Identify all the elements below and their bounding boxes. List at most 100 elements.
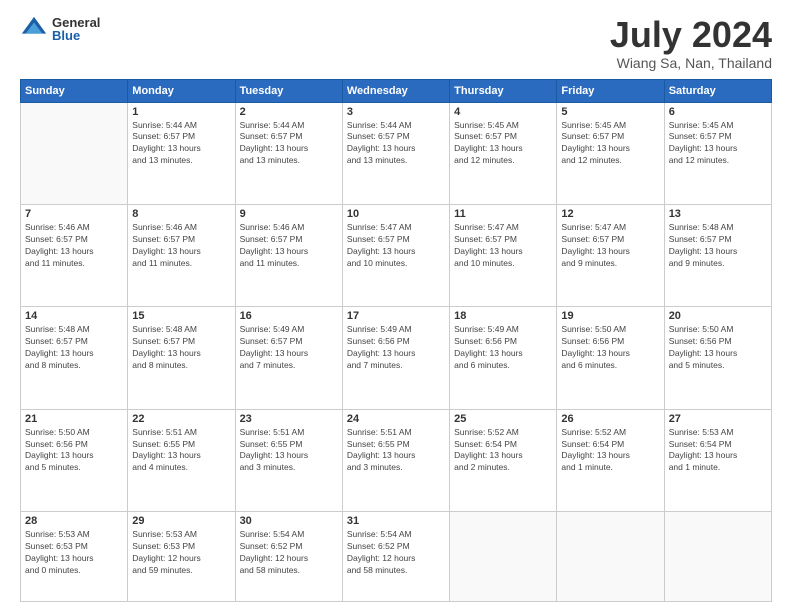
logo-blue: Blue <box>52 29 100 42</box>
col-monday: Monday <box>128 79 235 102</box>
col-wednesday: Wednesday <box>342 79 449 102</box>
day-info: Sunrise: 5:44 AM Sunset: 6:57 PM Dayligh… <box>132 120 230 168</box>
day-number: 13 <box>669 208 767 220</box>
col-sunday: Sunday <box>21 79 128 102</box>
table-row: 9 Sunrise: 5:46 AM Sunset: 6:57 PM Daylig… <box>235 204 342 306</box>
day-info: Sunrise: 5:54 AM Sunset: 6:52 PM Dayligh… <box>240 529 338 577</box>
day-number: 31 <box>347 515 445 527</box>
day-info: Sunrise: 5:52 AM Sunset: 6:54 PM Dayligh… <box>454 427 552 475</box>
day-info: Sunrise: 5:49 AM Sunset: 6:56 PM Dayligh… <box>347 324 445 372</box>
table-row: 27 Sunrise: 5:53 AM Sunset: 6:54 PM Dayli… <box>664 409 771 511</box>
page: General Blue July 2024 Wiang Sa, Nan, Th… <box>0 0 792 612</box>
table-row: 1 Sunrise: 5:44 AM Sunset: 6:57 PM Daylig… <box>128 102 235 204</box>
day-info: Sunrise: 5:47 AM Sunset: 6:57 PM Dayligh… <box>561 222 659 270</box>
table-row: 16 Sunrise: 5:49 AM Sunset: 6:57 PM Dayli… <box>235 307 342 409</box>
day-info: Sunrise: 5:48 AM Sunset: 6:57 PM Dayligh… <box>132 324 230 372</box>
table-row: 7 Sunrise: 5:46 AM Sunset: 6:57 PM Daylig… <box>21 204 128 306</box>
table-row: 14 Sunrise: 5:48 AM Sunset: 6:57 PM Dayli… <box>21 307 128 409</box>
col-friday: Friday <box>557 79 664 102</box>
day-number: 17 <box>347 310 445 322</box>
day-number: 23 <box>240 413 338 425</box>
logo-text: General Blue <box>52 16 100 42</box>
table-row: 28Sunrise: 5:53 AM Sunset: 6:53 PM Dayli… <box>21 511 128 601</box>
day-info: Sunrise: 5:50 AM Sunset: 6:56 PM Dayligh… <box>669 324 767 372</box>
day-info: Sunrise: 5:45 AM Sunset: 6:57 PM Dayligh… <box>561 120 659 168</box>
table-row: 17 Sunrise: 5:49 AM Sunset: 6:56 PM Dayli… <box>342 307 449 409</box>
day-number: 25 <box>454 413 552 425</box>
table-row: 26 Sunrise: 5:52 AM Sunset: 6:54 PM Dayli… <box>557 409 664 511</box>
day-info: Sunrise: 5:49 AM Sunset: 6:57 PM Dayligh… <box>240 324 338 372</box>
day-number: 29 <box>132 515 230 527</box>
day-info: Sunrise: 5:53 AM Sunset: 6:54 PM Dayligh… <box>669 427 767 475</box>
day-info: Sunrise: 5:52 AM Sunset: 6:54 PM Dayligh… <box>561 427 659 475</box>
table-row <box>450 511 557 601</box>
day-number: 27 <box>669 413 767 425</box>
location: Wiang Sa, Nan, Thailand <box>610 55 772 71</box>
table-row: 24Sunrise: 5:51 AM Sunset: 6:55 PM Dayli… <box>342 409 449 511</box>
table-row: 12 Sunrise: 5:47 AM Sunset: 6:57 PM Dayli… <box>557 204 664 306</box>
day-number: 1 <box>132 106 230 118</box>
table-row: 4Sunrise: 5:45 AM Sunset: 6:57 PM Daylig… <box>450 102 557 204</box>
day-number: 22 <box>132 413 230 425</box>
day-info: Sunrise: 5:49 AM Sunset: 6:56 PM Dayligh… <box>454 324 552 372</box>
table-row: 5 Sunrise: 5:45 AM Sunset: 6:57 PM Daylig… <box>557 102 664 204</box>
table-row: 30 Sunrise: 5:54 AM Sunset: 6:52 PM Dayli… <box>235 511 342 601</box>
day-number: 12 <box>561 208 659 220</box>
day-info: Sunrise: 5:47 AM Sunset: 6:57 PM Dayligh… <box>454 222 552 270</box>
day-info: Sunrise: 5:50 AM Sunset: 6:56 PM Dayligh… <box>561 324 659 372</box>
day-info: Sunrise: 5:51 AM Sunset: 6:55 PM Dayligh… <box>240 427 338 475</box>
day-info: Sunrise: 5:44 AM Sunset: 6:57 PM Dayligh… <box>347 120 445 168</box>
month-title: July 2024 <box>610 15 772 55</box>
day-number: 21 <box>25 413 123 425</box>
table-row: 20Sunrise: 5:50 AM Sunset: 6:56 PM Dayli… <box>664 307 771 409</box>
day-info: Sunrise: 5:46 AM Sunset: 6:57 PM Dayligh… <box>25 222 123 270</box>
table-row: 10 Sunrise: 5:47 AM Sunset: 6:57 PM Dayli… <box>342 204 449 306</box>
day-number: 4 <box>454 106 552 118</box>
table-row: 31 Sunrise: 5:54 AM Sunset: 6:52 PM Dayli… <box>342 511 449 601</box>
day-number: 18 <box>454 310 552 322</box>
day-number: 7 <box>25 208 123 220</box>
day-info: Sunrise: 5:53 AM Sunset: 6:53 PM Dayligh… <box>132 529 230 577</box>
day-info: Sunrise: 5:48 AM Sunset: 6:57 PM Dayligh… <box>25 324 123 372</box>
table-row <box>557 511 664 601</box>
day-info: Sunrise: 5:50 AM Sunset: 6:56 PM Dayligh… <box>25 427 123 475</box>
table-row: 29 Sunrise: 5:53 AM Sunset: 6:53 PM Dayli… <box>128 511 235 601</box>
day-info: Sunrise: 5:44 AM Sunset: 6:57 PM Dayligh… <box>240 120 338 168</box>
calendar-table: Sunday Monday Tuesday Wednesday Thursday… <box>20 79 772 602</box>
header: General Blue July 2024 Wiang Sa, Nan, Th… <box>20 15 772 71</box>
day-info: Sunrise: 5:51 AM Sunset: 6:55 PM Dayligh… <box>132 427 230 475</box>
day-number: 26 <box>561 413 659 425</box>
col-thursday: Thursday <box>450 79 557 102</box>
day-info: Sunrise: 5:46 AM Sunset: 6:57 PM Dayligh… <box>240 222 338 270</box>
day-number: 15 <box>132 310 230 322</box>
table-row: 18 Sunrise: 5:49 AM Sunset: 6:56 PM Dayli… <box>450 307 557 409</box>
table-row: 8Sunrise: 5:46 AM Sunset: 6:57 PM Daylig… <box>128 204 235 306</box>
day-info: Sunrise: 5:46 AM Sunset: 6:57 PM Dayligh… <box>132 222 230 270</box>
day-info: Sunrise: 5:53 AM Sunset: 6:53 PM Dayligh… <box>25 529 123 577</box>
day-number: 2 <box>240 106 338 118</box>
table-row: 19 Sunrise: 5:50 AM Sunset: 6:56 PM Dayli… <box>557 307 664 409</box>
day-number: 9 <box>240 208 338 220</box>
col-tuesday: Tuesday <box>235 79 342 102</box>
day-number: 11 <box>454 208 552 220</box>
day-number: 30 <box>240 515 338 527</box>
day-number: 24 <box>347 413 445 425</box>
day-number: 5 <box>561 106 659 118</box>
title-block: July 2024 Wiang Sa, Nan, Thailand <box>610 15 772 71</box>
table-row: 25 Sunrise: 5:52 AM Sunset: 6:54 PM Dayli… <box>450 409 557 511</box>
day-number: 16 <box>240 310 338 322</box>
day-info: Sunrise: 5:48 AM Sunset: 6:57 PM Dayligh… <box>669 222 767 270</box>
day-number: 10 <box>347 208 445 220</box>
day-info: Sunrise: 5:45 AM Sunset: 6:57 PM Dayligh… <box>669 120 767 168</box>
col-saturday: Saturday <box>664 79 771 102</box>
logo-icon <box>20 15 48 43</box>
day-number: 19 <box>561 310 659 322</box>
day-number: 14 <box>25 310 123 322</box>
day-info: Sunrise: 5:47 AM Sunset: 6:57 PM Dayligh… <box>347 222 445 270</box>
table-row: 6Sunrise: 5:45 AM Sunset: 6:57 PM Daylig… <box>664 102 771 204</box>
table-row: 2 Sunrise: 5:44 AM Sunset: 6:57 PM Daylig… <box>235 102 342 204</box>
logo: General Blue <box>20 15 100 43</box>
table-row: 22 Sunrise: 5:51 AM Sunset: 6:55 PM Dayli… <box>128 409 235 511</box>
table-row: 11 Sunrise: 5:47 AM Sunset: 6:57 PM Dayli… <box>450 204 557 306</box>
day-info: Sunrise: 5:54 AM Sunset: 6:52 PM Dayligh… <box>347 529 445 577</box>
